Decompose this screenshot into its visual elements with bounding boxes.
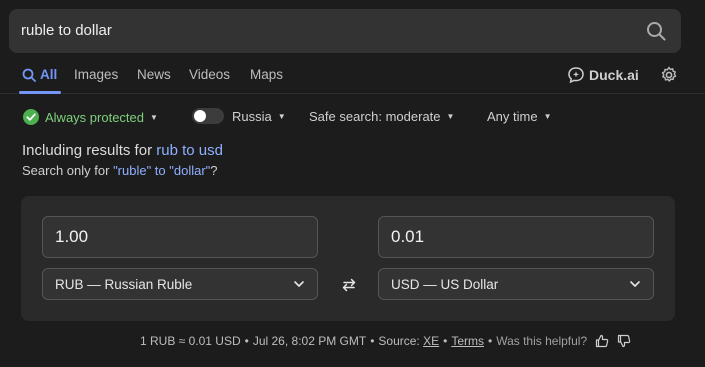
tab-label: All (40, 67, 58, 82)
swap-currencies-icon[interactable] (339, 276, 359, 294)
safe-search-label: Safe search: moderate (309, 109, 441, 124)
helpful-prompt: Was this helpful? (496, 334, 588, 348)
search-only-notice: Search only for "ruble" to "dollar"? (22, 163, 218, 178)
separator: • (488, 334, 493, 348)
tab-label: Images (74, 67, 119, 82)
chevron-down-icon (293, 280, 305, 288)
from-currency-label: RUB — Russian Ruble (55, 276, 193, 292)
region-label: Russia (232, 109, 272, 124)
including-results-notice: Including results for rub to usd (22, 142, 223, 159)
tab-label: Videos (189, 67, 231, 82)
region-dropdown[interactable]: Russia ▼ (232, 109, 286, 124)
from-currency-select[interactable]: RUB — Russian Ruble (42, 268, 318, 300)
rate-text: 1 RUB ≈ 0.01 USD (140, 334, 241, 348)
thumbs-up-icon[interactable] (595, 334, 609, 348)
duck-ai-button[interactable]: Duck.ai (567, 66, 639, 84)
check-circle-icon (23, 109, 39, 125)
gear-icon[interactable] (660, 66, 678, 84)
to-currency-select[interactable]: USD — US Dollar (378, 268, 654, 300)
to-currency-label: USD — US Dollar (391, 276, 499, 292)
from-amount-input[interactable] (42, 216, 318, 258)
tab-news[interactable]: News (137, 67, 171, 82)
search-only-prefix: Search only for (22, 163, 110, 178)
tab-videos[interactable]: Videos (189, 67, 230, 82)
tab-all[interactable]: All (22, 67, 57, 82)
chevron-down-icon: ▼ (277, 112, 286, 121)
chevron-down-icon: ▼ (543, 112, 552, 121)
chevron-down-icon: ▼ (150, 112, 158, 122)
including-prefix: Including results for (22, 142, 153, 159)
time-dropdown[interactable]: Any time ▼ (487, 109, 552, 124)
search-input[interactable]: ruble to dollar (21, 22, 112, 39)
toggle-knob (194, 110, 206, 122)
time-label: Any time (487, 109, 538, 124)
source-prefix: Source: (378, 334, 420, 348)
chevron-down-icon: ▼ (446, 112, 455, 121)
chat-sparkle-icon (567, 66, 585, 84)
protected-label: Always protected (45, 109, 144, 125)
region-toggle[interactable] (192, 108, 224, 124)
currency-converter: RUB — Russian Ruble USD — US Dollar (21, 196, 675, 321)
chevron-down-icon (629, 280, 641, 288)
tab-images[interactable]: Images (74, 67, 118, 82)
corrected-term-from[interactable]: rub (156, 142, 178, 159)
terms-link[interactable]: Terms (451, 334, 484, 348)
tab-label: Maps (250, 67, 284, 82)
safe-search-dropdown[interactable]: Safe search: moderate ▼ (309, 109, 454, 124)
thumbs-down-icon[interactable] (617, 334, 631, 348)
converter-footer: 1 RUB ≈ 0.01 USD • Jul 26, 8:02 PM GMT •… (140, 334, 631, 348)
original-query-link[interactable]: "ruble" to "dollar" (113, 163, 210, 178)
source-link[interactable]: XE (423, 334, 439, 348)
privacy-protection-dropdown[interactable]: Always protected ▼ (23, 109, 158, 125)
tab-label: News (137, 67, 171, 82)
tabs-bar: All Images News Videos Maps Duck.ai (0, 62, 705, 94)
corrected-term-to[interactable]: usd (199, 142, 223, 159)
search-only-suffix: ? (210, 163, 218, 178)
separator: • (370, 334, 375, 348)
corrected-connector[interactable]: to (182, 142, 195, 159)
duck-ai-label: Duck.ai (589, 67, 639, 83)
separator: • (244, 334, 249, 348)
to-amount-input[interactable] (378, 216, 654, 258)
filters-bar: Always protected ▼ Russia ▼ Safe search:… (0, 106, 705, 128)
search-icon (22, 68, 36, 82)
rate-date: Jul 26, 8:02 PM GMT (252, 334, 367, 348)
tab-maps[interactable]: Maps (250, 67, 283, 82)
search-bar[interactable]: ruble to dollar (9, 9, 681, 53)
search-icon[interactable] (645, 20, 667, 42)
separator: • (443, 334, 448, 348)
active-tab-indicator (19, 91, 61, 94)
